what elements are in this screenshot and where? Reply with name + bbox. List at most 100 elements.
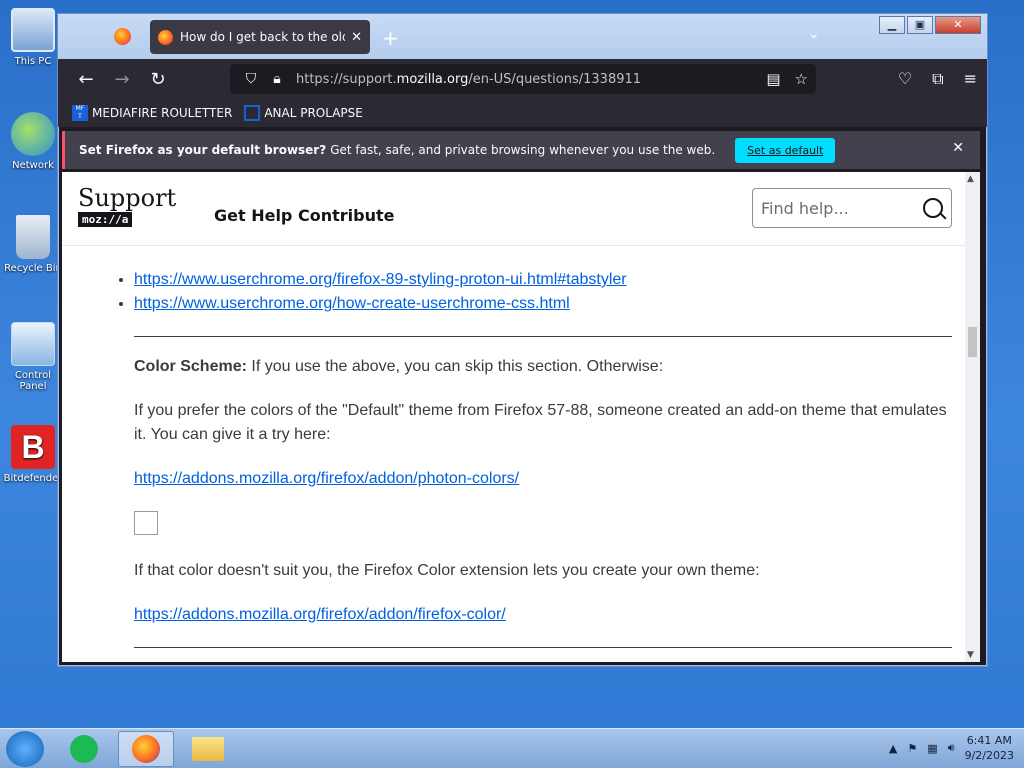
search-icon[interactable] (923, 198, 943, 218)
lock-icon[interactable]: 🔒︎ (264, 71, 290, 87)
list-all-tabs-chevron-icon[interactable]: ⌄ (808, 26, 820, 42)
new-tab-button[interactable]: + (382, 26, 399, 50)
desktop-icon-label: Control Panel (14, 370, 52, 392)
search-input[interactable]: Find help... (761, 199, 923, 218)
scroll-up-icon[interactable]: ▲ (967, 174, 974, 184)
url-domain: mozilla.org (396, 71, 469, 87)
desktop-icon-recycle-bin[interactable]: Recycle Bin (2, 215, 64, 274)
desktop-icon-label: Recycle Bin (4, 263, 62, 274)
tab-active[interactable]: How do I get back to the old lo ✕ (150, 20, 370, 54)
pocket-icon[interactable]: ♡ (898, 69, 912, 89)
firefox-icon (132, 735, 160, 763)
network-icon[interactable]: ▦ (927, 742, 937, 755)
bookmark-label: MEDIAFIRE ROULETTER (92, 106, 233, 120)
navigation-toolbar: ← → ↻ ⛉ 🔒︎ https://support.mozilla.org/e… (58, 59, 987, 99)
forward-arrow-icon[interactable]: → (104, 69, 140, 90)
nav-get-help[interactable]: Get Help (214, 206, 292, 225)
userchrome-howto-link[interactable]: https://www.userchrome.org/how-create-us… (134, 295, 570, 312)
computer-icon (11, 8, 55, 52)
tab-bar: How do I get back to the old lo ✕ + ⌄ ▁ … (58, 14, 987, 59)
photon-colors-link[interactable]: https://addons.mozilla.org/firefox/addon… (134, 470, 519, 487)
page-content: Support moz://a Get Help Contribute Find… (62, 172, 980, 662)
window-controls: ▁ ▣ ✕ (879, 16, 981, 34)
desktop-icon-label: Bitdefender (3, 473, 63, 484)
url-path: /en-US/questions/1338911 (468, 71, 642, 87)
vertical-scrollbar[interactable]: ▲ ▼ (965, 172, 980, 662)
notification-close-icon[interactable]: ✕ (952, 140, 964, 156)
tab-title: How do I get back to the old lo (180, 30, 345, 44)
volume-icon[interactable]: 🔊︎ (948, 741, 955, 755)
photon-link-paragraph: https://addons.mozilla.org/firefox/addon… (134, 467, 952, 491)
bookmark-favicon-icon (244, 105, 261, 121)
mozilla-logo[interactable]: moz://a (78, 212, 133, 227)
clock-time: 6:41 AM (966, 734, 1012, 747)
search-box[interactable]: Find help... (752, 188, 952, 228)
desktop-icon-network[interactable]: Network (2, 112, 64, 171)
divider (134, 336, 952, 337)
site-header: Support moz://a Get Help Contribute Find… (62, 172, 965, 246)
default-theme-paragraph: If you prefer the colors of the "Default… (134, 402, 947, 443)
reload-icon[interactable]: ↻ (140, 69, 176, 90)
list-item: https://www.userchrome.org/how-create-us… (134, 292, 952, 316)
bookmark-star-icon[interactable]: ☆ (795, 70, 808, 88)
firefox-window: How do I get back to the old lo ✕ + ⌄ ▁ … (57, 13, 988, 667)
tab-close-icon[interactable]: ✕ (351, 30, 362, 45)
default-browser-notification: Set Firefox as your default browser? Get… (62, 131, 980, 169)
minimize-button[interactable]: ▁ (879, 16, 905, 34)
link-list: https://www.userchrome.org/firefox-89-st… (120, 268, 952, 316)
action-center-flag-icon[interactable]: ⚑ (907, 742, 917, 755)
back-arrow-icon[interactable]: ← (68, 69, 104, 90)
taskbar-app-firefox[interactable] (118, 731, 174, 767)
url-bar[interactable]: ⛉ 🔒︎ https://support.mozilla.org/en-US/q… (230, 64, 816, 94)
color-scheme-paragraph: Color Scheme: If you use the above, you … (134, 355, 952, 379)
taskbar: ▲ ⚑ ▦ 🔊︎ 6:41 AM 9/2/2023 (0, 728, 1024, 768)
url-prefix: https://support. (296, 71, 397, 87)
notification-text: Get fast, safe, and private browsing whe… (330, 143, 716, 157)
bookmark-favicon-icon: MF T (72, 105, 88, 121)
notes-app-icon (70, 735, 98, 763)
desktop-icon-control-panel[interactable]: Control Panel (2, 322, 64, 392)
broken-image-icon (134, 511, 158, 535)
folder-icon (192, 737, 224, 761)
site-logo-support[interactable]: Support (78, 184, 176, 212)
color-link-paragraph: https://addons.mozilla.org/firefox/addon… (134, 603, 952, 627)
control-panel-icon (11, 322, 55, 366)
article-body: https://www.userchrome.org/firefox-89-st… (134, 268, 952, 662)
bookmarks-toolbar: MF T MEDIAFIRE ROULETTER ANAL PROLAPSE (58, 99, 987, 127)
maximize-button[interactable]: ▣ (907, 16, 933, 34)
desktop-icon-this-pc[interactable]: This PC (2, 8, 64, 67)
desktop-icon-label: Network (12, 160, 54, 171)
color-scheme-label: Color Scheme: (134, 358, 247, 375)
notification-title: Set Firefox as your default browser? (79, 143, 327, 157)
divider (134, 647, 952, 648)
firefox-view-icon[interactable] (114, 28, 131, 45)
scrollbar-thumb[interactable] (968, 327, 977, 357)
system-tray: ▲ ⚑ ▦ 🔊︎ 6:41 AM 9/2/2023 (889, 733, 1014, 763)
list-item: https://www.userchrome.org/firefox-89-st… (134, 268, 952, 292)
bookmark-label: ANAL PROLAPSE (264, 106, 363, 120)
network-globe-icon (11, 112, 55, 156)
taskbar-app-notes[interactable] (56, 731, 112, 767)
clock[interactable]: 6:41 AM 9/2/2023 (965, 733, 1014, 763)
bookmark-item[interactable]: ANAL PROLAPSE (244, 105, 363, 121)
userchrome-tabstyler-link[interactable]: https://www.userchrome.org/firefox-89-st… (134, 271, 627, 288)
nav-contribute[interactable]: Contribute (298, 206, 395, 225)
close-button[interactable]: ✕ (935, 16, 981, 34)
desktop-icon-bitdefender[interactable]: B Bitdefender (2, 425, 64, 484)
url-text[interactable]: https://support.mozilla.org/en-US/questi… (296, 72, 766, 87)
scroll-down-icon[interactable]: ▼ (967, 650, 974, 660)
reader-view-icon[interactable]: ▤ (766, 70, 780, 88)
firefox-color-link[interactable]: https://addons.mozilla.org/firefox/addon… (134, 606, 506, 623)
start-button[interactable] (6, 731, 44, 767)
bitdefender-icon: B (11, 425, 55, 469)
color-scheme-text: If you use the above, you can skip this … (246, 358, 664, 375)
menu-hamburger-icon[interactable]: ≡ (964, 69, 977, 89)
bookmark-item[interactable]: MF T MEDIAFIRE ROULETTER (72, 105, 232, 121)
show-hidden-icons-icon[interactable]: ▲ (889, 742, 897, 755)
favicon-icon (158, 29, 173, 45)
clock-date: 9/2/2023 (964, 749, 1014, 762)
taskbar-app-explorer[interactable] (180, 731, 236, 767)
tracking-shield-icon[interactable]: ⛉ (238, 71, 264, 87)
extensions-icon[interactable]: ⧉ (932, 69, 943, 89)
set-as-default-button[interactable]: Set as default (735, 137, 836, 163)
